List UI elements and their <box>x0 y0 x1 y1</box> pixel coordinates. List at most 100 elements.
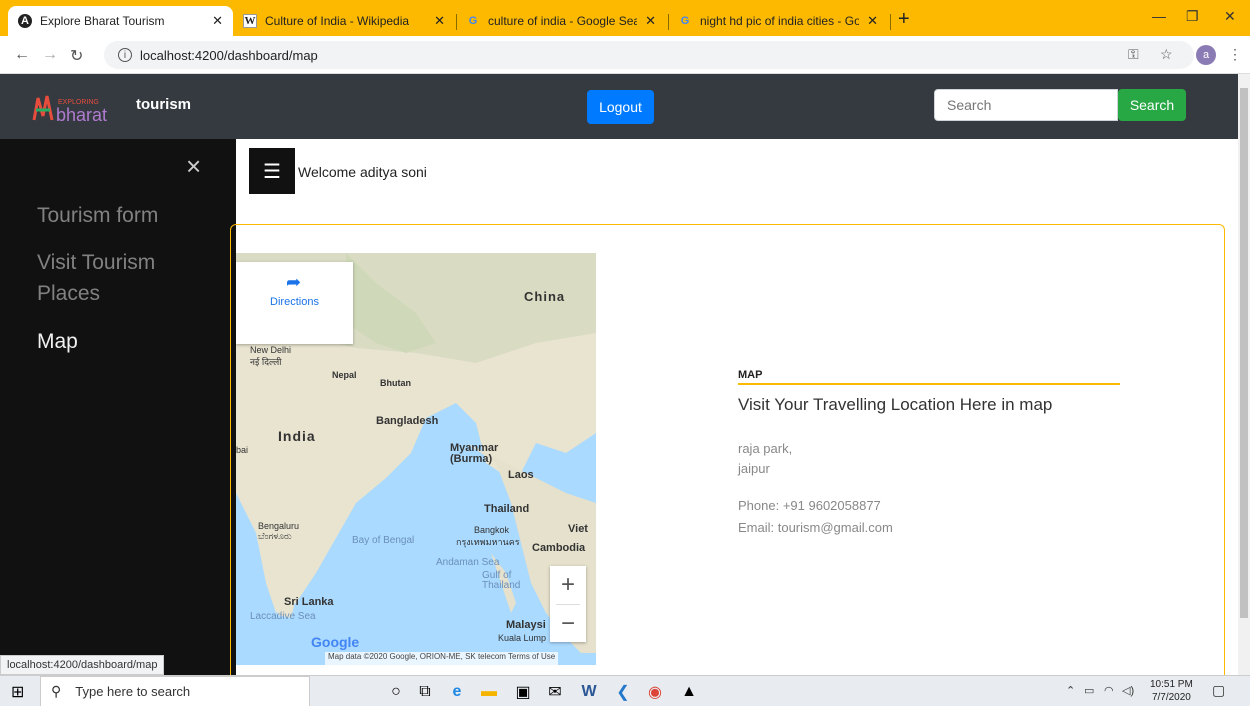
minimize-icon[interactable]: — <box>1152 8 1166 24</box>
battery-icon[interactable]: ▭ <box>1084 684 1094 697</box>
map-label: Malaysi <box>506 619 546 631</box>
section-heading: Visit Your Travelling Location Here in m… <box>738 395 1053 414</box>
side-nav: × Tourism form Visit Tourism Places Map <box>0 139 236 675</box>
tab-wikipedia[interactable]: W Culture of India - Wikipedia ✕ <box>233 6 455 36</box>
sidebar-item-tourism-form[interactable]: Tourism form <box>37 200 217 231</box>
close-window-icon[interactable]: ✕ <box>1224 8 1236 25</box>
vscode-icon[interactable]: ❮ <box>612 681 634 703</box>
map-label: New Delhi <box>250 345 292 355</box>
tab-title: Explore Bharat Tourism <box>40 14 165 28</box>
map-label: Sri Lanka <box>284 596 334 608</box>
url-text: localhost:4200/dashboard/map <box>140 47 318 63</box>
brand-name[interactable]: tourism <box>136 96 191 113</box>
site-info-icon[interactable]: i <box>118 48 132 62</box>
back-icon[interactable]: ← <box>14 46 30 64</box>
map-label: Andaman Sea <box>436 557 500 568</box>
key-icon[interactable]: ⚿ <box>1128 46 1139 63</box>
store-icon[interactable]: ▣ <box>512 681 534 703</box>
map-label: Bangkok <box>474 525 510 535</box>
email-text: Email: tourism@gmail.com <box>738 520 893 535</box>
wifi-icon[interactable]: ◠ <box>1104 684 1114 697</box>
zoom-out-icon[interactable]: − <box>550 605 586 643</box>
google-logo[interactable]: Google <box>311 634 359 650</box>
address-line: raja park, <box>738 441 793 456</box>
directions-icon: ➦ <box>286 272 302 292</box>
wikipedia-icon: W <box>243 14 257 28</box>
tab-google-culture[interactable]: G culture of india - Google Search ✕ <box>456 6 666 36</box>
star-icon[interactable]: ☆ <box>1160 46 1173 63</box>
map-label: Bengaluru <box>258 521 300 531</box>
map-label: Laccadive Sea <box>250 611 316 622</box>
map-label: Nepal <box>332 370 357 380</box>
clock-time: 10:51 PM <box>1150 679 1193 690</box>
tab-title: Culture of India - Wikipedia <box>265 14 410 28</box>
tab-divider <box>890 14 891 30</box>
map-label: Bhutan <box>380 378 411 388</box>
chrome-icon[interactable]: ◉ <box>644 681 666 703</box>
sidebar-item-visit-places[interactable]: Visit Tourism Places <box>37 247 217 309</box>
restore-icon[interactable]: ❐ <box>1186 8 1199 25</box>
file-explorer-icon[interactable]: ▬ <box>478 681 500 703</box>
edge-icon[interactable]: e <box>446 681 468 703</box>
close-tab-icon[interactable]: ✕ <box>434 13 445 29</box>
forward-icon[interactable]: → <box>42 46 58 64</box>
map-attribution[interactable]: Map data ©2020 Google, ORION-ME, SK tele… <box>325 652 559 665</box>
browser-tab-strip: A Explore Bharat Tourism ✕ W Culture of … <box>0 0 1250 36</box>
close-tab-icon[interactable]: ✕ <box>212 13 223 29</box>
bharat-logo[interactable]: EXPLORING bharat <box>30 92 130 124</box>
map-label: ಬೆಂಗಳೂರು <box>258 531 292 541</box>
taskbar-clock[interactable]: 10:51 PM 7/7/2020 <box>1150 678 1193 704</box>
status-bar-url: localhost:4200/dashboard/map <box>0 655 165 675</box>
close-tab-icon[interactable]: ✕ <box>645 13 656 29</box>
map-zoom-control: + − <box>550 566 586 642</box>
taskbar-search-box[interactable]: ⚲ Type here to search <box>40 676 310 706</box>
map-label: India <box>278 428 316 444</box>
map-label: bai <box>236 445 249 455</box>
map-label: नई दिल्ली <box>250 357 282 367</box>
menu-toggle-button[interactable]: ☰ <box>249 148 295 194</box>
section-title: MAP <box>738 369 763 381</box>
logout-button[interactable]: Logout <box>587 90 654 124</box>
directions-button[interactable]: ➦ Directions <box>236 262 353 344</box>
reload-icon[interactable]: ↻ <box>70 46 83 66</box>
map-label: Thailand <box>484 503 530 515</box>
profile-avatar[interactable]: a <box>1196 45 1216 65</box>
welcome-text: Welcome aditya soni <box>298 164 427 180</box>
map-label: Viet <box>568 523 588 535</box>
scrollbar-thumb[interactable] <box>1240 88 1248 618</box>
phone-text: Phone: +91 9602058877 <box>738 498 881 513</box>
mail-icon[interactable]: ✉ <box>544 681 566 703</box>
windows-start-icon[interactable]: ⊞ <box>11 682 24 702</box>
map-label: Myanmar (Burma) <box>450 442 499 465</box>
windows-taskbar: ⊞ ⚲ Type here to search ○ ⧉ e ▬ ▣ ✉ W ❮ … <box>0 675 1250 706</box>
directions-label: Directions <box>270 296 319 308</box>
photos-icon[interactable]: ▲ <box>678 681 700 703</box>
volume-icon[interactable]: ◁) <box>1122 684 1134 697</box>
tab-title: culture of india - Google Search <box>488 14 638 28</box>
close-tab-icon[interactable]: ✕ <box>867 13 878 29</box>
tab-explore-bharat[interactable]: A Explore Bharat Tourism ✕ <box>8 6 233 36</box>
tab-google-night[interactable]: G night hd pic of india cities - Goo ✕ <box>668 6 888 36</box>
map-label: Cambodia <box>532 542 586 554</box>
search-input[interactable] <box>934 89 1118 121</box>
search-button[interactable]: Search <box>1118 89 1186 121</box>
tray-chevron-icon[interactable]: ⌃ <box>1066 684 1075 697</box>
map-label: Gulf of Thailand <box>482 570 521 591</box>
taskbar-search-placeholder: Type here to search <box>75 684 191 699</box>
title-underline <box>738 383 1120 385</box>
address-line: jaipur <box>738 461 770 476</box>
cortana-icon[interactable]: ○ <box>385 681 407 703</box>
word-icon[interactable]: W <box>578 681 600 703</box>
map-label: Bay of Bengal <box>352 535 415 546</box>
app-navbar: EXPLORING bharat tourism Logout Search <box>0 74 1238 139</box>
page-scrollbar[interactable] <box>1238 74 1250 675</box>
close-sidebar-icon[interactable]: × <box>186 153 201 179</box>
google-icon: G <box>680 15 690 27</box>
notification-icon[interactable]: ▢ <box>1212 682 1225 699</box>
menu-kebab-icon[interactable]: ⋮ <box>1228 46 1242 63</box>
zoom-in-icon[interactable]: + <box>550 566 586 604</box>
address-bar[interactable]: i localhost:4200/dashboard/map <box>104 41 1194 69</box>
new-tab-icon[interactable]: + <box>898 9 910 29</box>
task-view-icon[interactable]: ⧉ <box>414 681 436 703</box>
sidebar-item-map[interactable]: Map <box>37 326 217 357</box>
